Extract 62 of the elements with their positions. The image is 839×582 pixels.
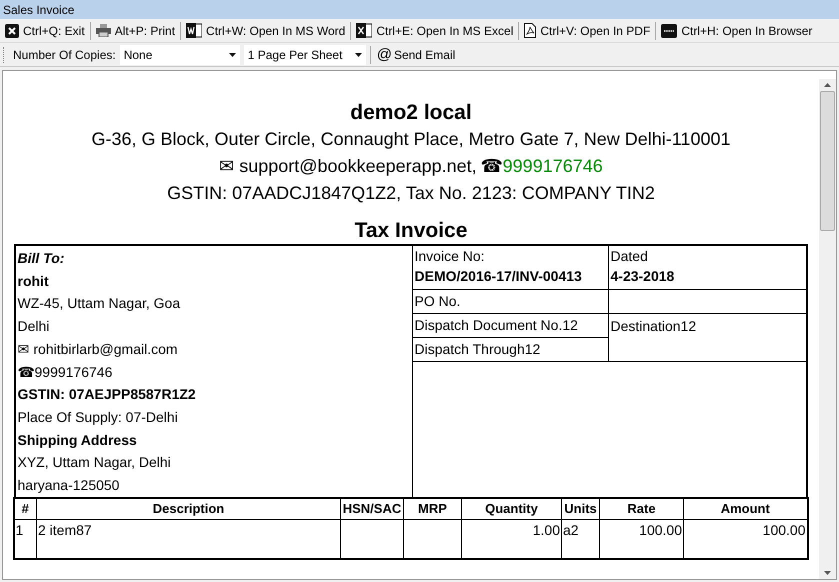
bill-to-line: Place Of Supply: 07-Delhi — [18, 408, 179, 427]
document-title: Tax Invoice — [354, 218, 468, 244]
bill-to-line: GSTIN: 07AEJPP8587R1Z2 — [18, 385, 197, 404]
bill-to-line: XYZ, Uttam Nagar, Delhi — [18, 453, 172, 472]
scroll-down-icon[interactable] — [824, 571, 831, 575]
spreadsheet-x-icon — [356, 23, 372, 38]
table-cell: 1.00 — [532, 522, 560, 538]
copies-dropdown[interactable]: None — [120, 44, 240, 64]
bill-to-line: WZ-45, Uttam Nagar, Goa — [18, 294, 182, 314]
column-header: Rate — [600, 498, 684, 519]
dispatch-document: Dispatch Document No.12 — [414, 316, 578, 335]
bill-to-line: haryana-125050 — [18, 476, 120, 496]
po-label: PO No. — [414, 292, 460, 311]
dispatch-through: Dispatch Through12 — [414, 340, 540, 359]
printer-icon — [96, 24, 111, 37]
table-cell: 100.00 — [762, 522, 806, 538]
html-icon — [661, 24, 678, 38]
toolbar-button[interactable]: Ctrl+V: Open In PDF — [522, 20, 652, 42]
bill-to-line: ☎9999176746 — [18, 362, 114, 382]
toolbar-button[interactable]: Alt+P: Print — [94, 20, 178, 42]
bill-to-line: rohit — [18, 272, 50, 291]
scrollbar-thumb[interactable] — [820, 91, 835, 231]
phone-icon: ☎ — [480, 153, 503, 180]
bill-to-line: ✉ rohitbirlarb@gmail.com — [18, 340, 179, 359]
bill-to-line: Shipping Address — [18, 430, 138, 450]
toolbar-button[interactable]: Ctrl+E: Open In MS Excel — [354, 20, 516, 42]
bill-to-line: Delhi — [18, 317, 50, 336]
caret-icon — [354, 52, 362, 56]
company-address: G-36, G Block, Outer Circle, Connaught Place, Metro Gate 7, New Delhi-110001 — [92, 128, 730, 151]
toolbar-button[interactable]: Ctrl+W: Open In MS Word — [184, 20, 348, 42]
table-cell: 2 item87 — [38, 522, 92, 538]
column-header: Units — [562, 498, 600, 519]
invoice-number: DEMO/2016-17/INV-00413 — [414, 267, 583, 286]
column-header: HSN/SAC — [340, 498, 404, 519]
bill-to-line: Bill To: — [18, 249, 66, 268]
vertical-scrollbar[interactable] — [819, 79, 836, 579]
column-header: Quantity — [462, 498, 562, 519]
company-tax-info: GSTIN: 07AADCJ1847Q1Z2, Tax No. 2123: COMPANY TIN2 — [167, 182, 655, 205]
pdf-document-icon — [524, 23, 536, 38]
table-cell: 1 — [16, 522, 24, 538]
column-header: # — [14, 498, 36, 519]
column-header: Description — [36, 498, 340, 519]
close-icon — [5, 24, 19, 38]
window-title: Sales Invoice — [3, 2, 74, 18]
invoice-no-label: Invoice No: — [414, 247, 486, 266]
document-w-icon — [186, 23, 202, 38]
table-cell: 100.00 — [639, 522, 682, 538]
column-header: MRP — [404, 498, 462, 519]
table-cell: a2 — [563, 522, 579, 538]
copies-label: Number Of Copies: — [13, 46, 116, 64]
toolbar-button[interactable]: Ctrl+Q: Exit — [3, 20, 87, 42]
toolbar-button[interactable]: Ctrl+H: Open In Browser — [659, 20, 814, 42]
scroll-up-icon[interactable] — [824, 83, 831, 87]
company-name: demo2 local — [350, 100, 472, 126]
invoice-date: 4-23-2018 — [610, 267, 676, 286]
destination: Destination12 — [610, 316, 696, 336]
caret-icon — [228, 52, 236, 56]
pages-dropdown[interactable]: 1 Page Per Sheet — [244, 44, 366, 64]
company-phone: 9999176746 — [502, 155, 603, 178]
send-email-button[interactable]: @Send Email — [374, 46, 458, 64]
dated-label: Dated — [610, 247, 649, 266]
company-email: ✉ support@bookkeeperapp.net, — [219, 155, 477, 178]
